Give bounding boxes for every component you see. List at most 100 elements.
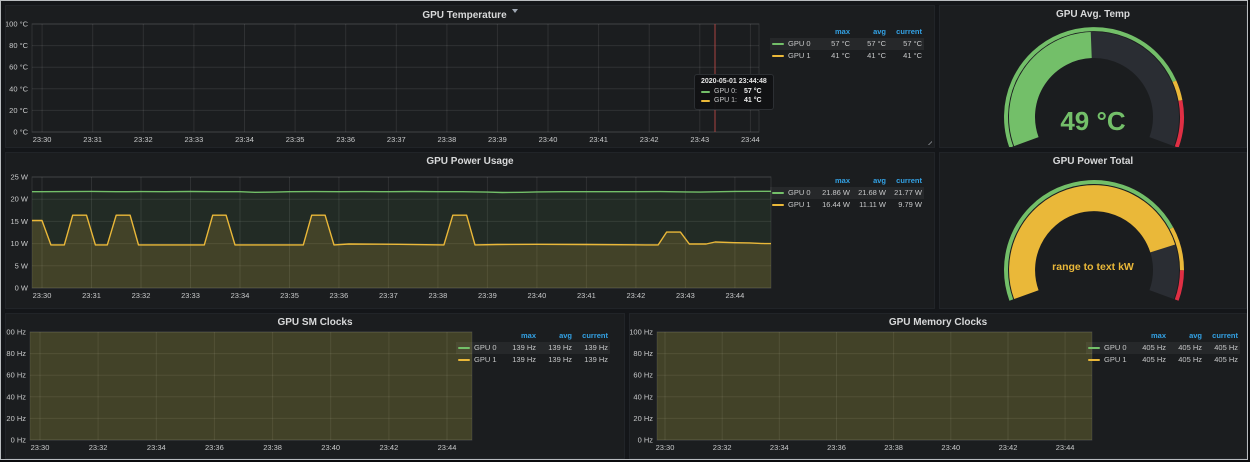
legend-col-max[interactable]: max <box>814 26 850 38</box>
legend-row-gpu0[interactable]: GPU 0 57 °C 57 °C 57 °C <box>770 38 924 50</box>
svg-text:40 °C: 40 °C <box>9 84 28 93</box>
panel-gpu-power-usage: GPU Power Usage 0 W5 W10 W15 W20 W25 W23… <box>5 152 935 309</box>
panel-resize-handle[interactable] <box>925 138 932 145</box>
legend-col-avg[interactable]: avg <box>850 26 886 38</box>
panel-title-text: GPU Power Total <box>1053 156 1133 167</box>
legend-row-gpu0[interactable]: GPU 0 139 Hz 139 Hz 139 Hz <box>456 342 610 354</box>
legend-col-avg[interactable]: avg <box>536 330 572 342</box>
svg-text:23:42: 23:42 <box>640 135 659 144</box>
legend-row-gpu0[interactable]: GPU 0 405 Hz 405 Hz 405 Hz <box>1086 342 1240 354</box>
chevron-down-icon <box>512 9 518 16</box>
series-color-dash <box>772 204 784 206</box>
svg-text:0 Hz: 0 Hz <box>11 436 27 445</box>
svg-text:20 °C: 20 °C <box>9 106 28 115</box>
svg-text:23:43: 23:43 <box>690 135 709 144</box>
gauge-threshold-ring <box>1171 228 1182 270</box>
svg-text:23:35: 23:35 <box>286 135 305 144</box>
legend-col-avg[interactable]: avg <box>1166 330 1202 342</box>
svg-text:23:32: 23:32 <box>134 135 153 144</box>
svg-text:23:34: 23:34 <box>770 443 789 452</box>
tooltip-row-gpu0: GPU 0: 57 °C <box>701 87 767 96</box>
legend-row-gpu0[interactable]: GPU 0 21.86 W 21.68 W 21.77 W <box>770 187 924 199</box>
svg-text:23:36: 23:36 <box>827 443 846 452</box>
panel-title-text: GPU Avg. Temp <box>1056 9 1130 20</box>
svg-text:23:32: 23:32 <box>713 443 732 452</box>
legend-col-current[interactable]: current <box>572 330 608 342</box>
legend-col-max[interactable]: max <box>1130 330 1166 342</box>
series-color-dash <box>772 55 784 57</box>
legend-row-gpu1[interactable]: GPU 1 139 Hz 139 Hz 139 Hz <box>456 354 610 366</box>
svg-text:23:33: 23:33 <box>181 291 200 300</box>
legend-row-gpu1[interactable]: GPU 1 405 Hz 405 Hz 405 Hz <box>1086 354 1240 366</box>
svg-text:23:36: 23:36 <box>205 443 224 452</box>
panel-title-gpu-avg-temp[interactable]: GPU Avg. Temp <box>940 9 1246 20</box>
svg-text:23:44: 23:44 <box>438 443 457 452</box>
legend-col-max[interactable]: max <box>500 330 536 342</box>
svg-text:23:38: 23:38 <box>884 443 903 452</box>
svg-text:100 Hz: 100 Hz <box>630 328 653 337</box>
gauge-value: range to text kW <box>940 261 1246 273</box>
legend-table: max avg current GPU 0 139 Hz 139 Hz 139 … <box>456 330 610 366</box>
svg-text:23:30: 23:30 <box>33 135 52 144</box>
panel-title-gpu-power-total[interactable]: GPU Power Total <box>940 156 1246 167</box>
svg-text:23:38: 23:38 <box>438 135 457 144</box>
legend-col-current[interactable]: current <box>886 26 922 38</box>
panel-gpu-power-total: GPU Power Total range to text kW <box>939 152 1247 309</box>
series-color-dash <box>458 359 470 361</box>
series-area-gpu1 <box>32 215 771 288</box>
svg-text:23:34: 23:34 <box>235 135 254 144</box>
gauge-value: 49 °C <box>940 106 1246 137</box>
svg-text:0 W: 0 W <box>15 284 29 293</box>
series-area-gpu0 <box>32 191 771 288</box>
panel-title-text: GPU Power Usage <box>426 156 513 167</box>
svg-text:5 W: 5 W <box>15 261 29 270</box>
panel-title-text: GPU SM Clocks <box>277 317 352 328</box>
legend-col-current[interactable]: current <box>1202 330 1238 342</box>
legend-col-max[interactable]: max <box>814 175 850 187</box>
svg-text:80 Hz: 80 Hz <box>6 349 26 358</box>
panel-title-gpu-temperature[interactable]: GPU Temperature <box>6 9 934 21</box>
panel-title-gpu-power-usage[interactable]: GPU Power Usage <box>6 156 934 167</box>
svg-text:23:30: 23:30 <box>656 443 675 452</box>
legend-col-avg[interactable]: avg <box>850 175 886 187</box>
panel-title-gpu-memory-clocks[interactable]: GPU Memory Clocks <box>630 317 1246 328</box>
panel-title-gpu-sm-clocks[interactable]: GPU SM Clocks <box>6 317 624 328</box>
gauge-threshold-ring <box>1006 29 1174 147</box>
legend-col-current[interactable]: current <box>886 175 922 187</box>
svg-text:15 W: 15 W <box>10 217 28 226</box>
gauge-track <box>1022 198 1166 295</box>
panel-title-text: GPU Memory Clocks <box>889 317 987 328</box>
legend-table: max avg current GPU 0 57 °C 57 °C 57 °C … <box>770 26 924 62</box>
svg-text:23:44: 23:44 <box>1056 443 1075 452</box>
svg-text:0 Hz: 0 Hz <box>638 436 654 445</box>
series-color-dash <box>701 100 710 102</box>
svg-text:23:41: 23:41 <box>577 291 596 300</box>
panel-gpu-temperature: GPU Temperature 0 °C20 °C40 °C60 °C80 °C… <box>5 5 935 148</box>
legend-header-row: max avg current <box>1086 330 1240 342</box>
legend-table: max avg current GPU 0 21.86 W 21.68 W 21… <box>770 175 924 211</box>
svg-text:23:33: 23:33 <box>185 135 204 144</box>
series-area-gpu1 <box>30 314 472 440</box>
panel-gpu-avg-temp: GPU Avg. Temp 49 °C <box>939 5 1247 148</box>
gauge-threshold-ring <box>1174 81 1180 100</box>
svg-text:23:39: 23:39 <box>488 135 507 144</box>
gauge-gpu-avg-temp <box>940 6 1246 147</box>
svg-text:23:30: 23:30 <box>31 443 50 452</box>
svg-text:60 °C: 60 °C <box>9 63 28 72</box>
svg-text:23:38: 23:38 <box>263 443 282 452</box>
svg-text:23:44: 23:44 <box>741 135 760 144</box>
series-line-gpu0 <box>32 191 771 192</box>
legend-row-gpu1[interactable]: GPU 1 16.44 W 11.11 W 9.79 W <box>770 199 924 211</box>
legend-header-row: max avg current <box>456 330 610 342</box>
svg-text:23:30: 23:30 <box>33 291 52 300</box>
series-area-gpu0 <box>657 314 1092 440</box>
series-color-dash <box>701 91 710 93</box>
gauge-gpu-power-total <box>940 153 1246 308</box>
series-color-dash <box>1088 359 1100 361</box>
svg-text:23:36: 23:36 <box>330 291 349 300</box>
grafana-dashboard: GPU Temperature 0 °C20 °C40 °C60 °C80 °C… <box>0 0 1248 460</box>
svg-text:40 Hz: 40 Hz <box>633 392 653 401</box>
panel-gpu-sm-clocks: GPU SM Clocks 0 Hz20 Hz40 Hz60 Hz80 Hz10… <box>5 313 625 459</box>
series-color-dash <box>1088 347 1100 349</box>
legend-row-gpu1[interactable]: GPU 1 41 °C 41 °C 41 °C <box>770 50 924 62</box>
